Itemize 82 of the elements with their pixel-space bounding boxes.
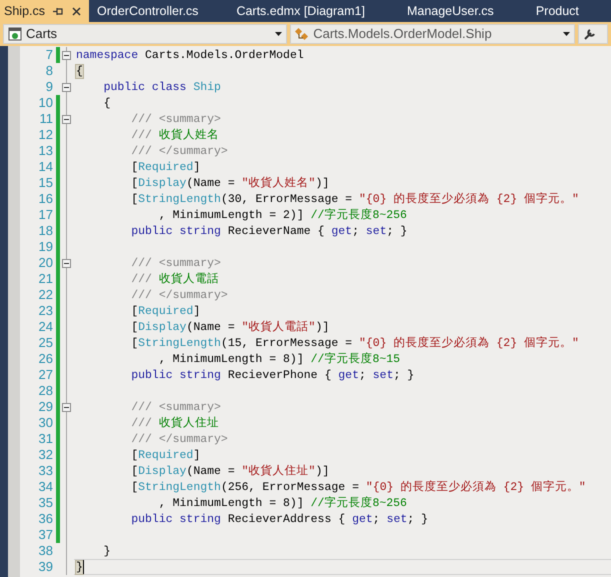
code-line: public string RecieverAddress { get; set; }	[130, 512, 428, 526]
code-line: public class Ship	[102, 80, 221, 94]
code-line: public string RecieverPhone { get; set; }	[130, 368, 414, 382]
collapse-icon[interactable]	[62, 50, 71, 60]
line-number: 16	[38, 191, 54, 207]
code-line: /// </summary>	[130, 288, 228, 302]
line-number: 19	[38, 239, 54, 255]
file-tab[interactable]: Product	[528, 0, 587, 22]
pin-icon[interactable]	[53, 6, 64, 16]
code-line: /// 收貨人住址	[130, 416, 219, 430]
class-icon	[295, 27, 310, 41]
caret-icon	[563, 32, 570, 36]
line-number: 14	[38, 159, 54, 175]
type-dropdown[interactable]: Carts.Models.OrderModel.Ship	[290, 24, 576, 44]
line-number: 15	[38, 175, 54, 191]
line-number: 12	[38, 127, 54, 143]
code-line: [Display(Name = "收貨人姓名")]	[130, 176, 330, 190]
file-tab[interactable]: Ship.cs	[0, 0, 89, 22]
line-number: 24	[38, 319, 54, 335]
caret-icon	[275, 32, 282, 36]
project-dropdown[interactable]: Carts	[3, 24, 288, 44]
code-line: namespace Carts.Models.OrderModel	[76, 48, 304, 62]
line-number: 20	[38, 255, 54, 271]
code-line: , MinimumLength = 8)] //字元長度8~256	[158, 496, 407, 510]
line-number: 17	[38, 207, 54, 223]
file-tab[interactable]: Carts.edmx [Diagram1]	[228, 0, 373, 22]
line-number: 38	[38, 543, 54, 559]
line-number: 27	[38, 367, 54, 383]
line-number: 29	[38, 399, 54, 415]
line-number: 13	[38, 143, 54, 159]
code-line: /// 收貨人姓名	[130, 128, 219, 142]
line-number: 32	[38, 447, 54, 463]
line-number: 18	[38, 223, 54, 239]
collapse-icon[interactable]	[62, 82, 71, 92]
file-tab[interactable]: ManageUser.cs	[398, 0, 502, 22]
code-line: [Display(Name = "收貨人電話")]	[130, 320, 330, 334]
code-line: , MinimumLength = 8)] //字元長度8~15	[158, 352, 400, 366]
code-line: [Required]	[130, 160, 200, 174]
collapse-icon[interactable]	[62, 258, 71, 268]
line-number: 8	[44, 63, 54, 79]
line-number: 35	[38, 495, 54, 511]
line-number: 23	[38, 303, 54, 319]
line-number: 36	[38, 511, 54, 527]
code-line: /// </summary>	[130, 144, 228, 158]
close-icon[interactable]	[72, 6, 81, 16]
line-number: 33	[38, 463, 54, 479]
line-number: 28	[38, 383, 54, 399]
code-line: }	[102, 544, 111, 558]
code-line: [StringLength(30, ErrorMessage = "{0} 的長度至少必須為 {2} 個字元。"	[130, 192, 579, 206]
line-number: 25	[38, 335, 54, 351]
code-line: /// <summary>	[130, 112, 221, 126]
line-number: 9	[44, 79, 54, 95]
code-line: [Required]	[130, 304, 200, 318]
code-line: public string RecieverName { get; set; }	[130, 224, 408, 238]
file-tab[interactable]: OrderController.cs	[89, 0, 206, 22]
code-line: [Display(Name = "收貨人住址")]	[130, 464, 330, 478]
wrench-icon	[583, 27, 598, 41]
line-number: 10	[38, 95, 54, 111]
project-icon	[8, 27, 22, 41]
text-cursor	[82, 560, 84, 574]
collapse-icon[interactable]	[62, 402, 71, 412]
line-number: 26	[38, 351, 54, 367]
code-line: {	[102, 96, 111, 110]
line-number: 7	[44, 47, 54, 63]
code-line: /// 收貨人電話	[130, 272, 219, 286]
collapse-icon[interactable]	[62, 114, 71, 124]
code-line: /// </summary>	[130, 432, 228, 446]
code-line: [StringLength(15, ErrorMessage = "{0} 的長度至少必須為 {2} 個字元。"	[130, 336, 579, 350]
line-number: 39	[38, 559, 54, 575]
code-line: [StringLength(256, ErrorMessage = "{0} 的長度至少必須為 {2} 個字元。"	[130, 480, 586, 494]
line-number: 31	[38, 431, 54, 447]
line-number: 30	[38, 415, 54, 431]
code-line: [Required]	[130, 448, 200, 462]
code-line: /// <summary>	[130, 400, 221, 414]
member-dropdown[interactable]	[578, 24, 608, 44]
line-number: 21	[38, 271, 54, 287]
line-number: 22	[38, 287, 54, 303]
line-number: 34	[38, 479, 54, 495]
code-line: /// <summary>	[130, 256, 221, 270]
line-number: 11	[38, 111, 54, 127]
code-line: , MinimumLength = 2)] //字元長度8~256	[158, 208, 407, 222]
line-number: 37	[38, 527, 54, 543]
